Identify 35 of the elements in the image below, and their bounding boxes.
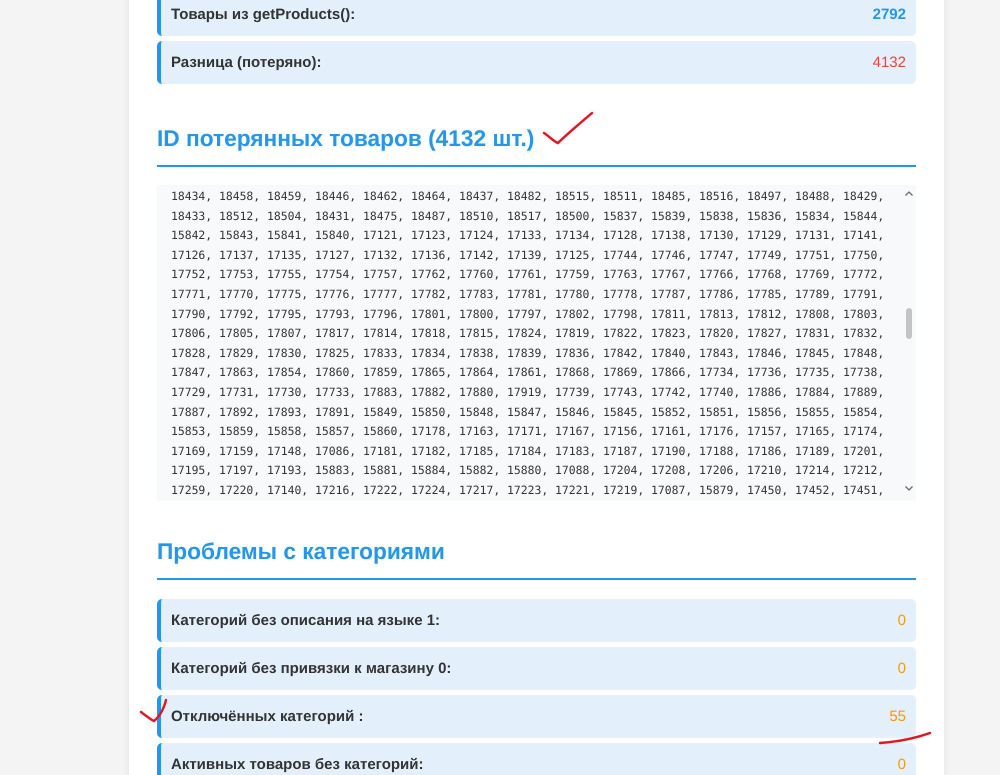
stat-value: 2792	[872, 6, 906, 23]
id-list-line: 17126, 17137, 17135, 17127, 17132, 17136, 17142, 17139, 17125, 17744, 17746, 17747, 17749, 17751, 17750,	[171, 246, 884, 264]
stat-label: Категорий без описания на языке 1:	[171, 612, 440, 629]
handdrawn-tick-icon	[138, 698, 169, 724]
id-list-line: 15853, 15859, 15858, 15857, 15860, 17178, 17163, 17171, 17167, 17156, 17161, 17176, 17157, 17165, 17174,	[171, 423, 884, 440]
section-heading: ID потерянных товаров (4132 шт.)	[157, 124, 916, 167]
stat-label: Активных товаров без категорий:	[171, 756, 424, 773]
stat-label: Категорий без привязки к магазину 0:	[171, 660, 452, 677]
id-list-line: 17729, 17731, 17730, 17733, 17883, 17882, 17880, 17919, 17739, 17743, 17742, 17740, 17886, 17884, 17889,	[171, 384, 884, 401]
stat-label: Разница (потеряно):	[171, 54, 322, 71]
id-list-line: 17195, 17197, 17193, 15883, 15881, 15884, 15882, 15880, 17088, 17204, 17208, 17206, 17210, 17214, 17212,	[171, 462, 884, 480]
id-list-line: 17847, 17863, 17854, 17860, 17859, 17865, 17864, 17861, 17868, 17869, 17866, 17734, 17736, 17735, 17738,	[171, 364, 884, 382]
id-list-line: 18434, 18458, 18459, 18446, 18462, 18464, 18437, 18482, 18515, 18511, 18485, 18516, 18497, 18488, 18429,	[171, 188, 884, 205]
id-list-line: 17752, 17753, 17755, 17754, 17757, 17762, 17760, 17761, 17759, 17763, 17767, 17766, 17768, 17769, 17772,	[171, 266, 884, 284]
stat-value: 0	[898, 756, 906, 773]
id-list-line: 17259, 17220, 17140, 17216, 17222, 17224, 17217, 17223, 17221, 17219, 17087, 15879, 17450, 17452, 17451,	[171, 482, 884, 499]
stat-value: 0	[898, 660, 906, 677]
scrollbar-thumb[interactable]	[906, 308, 912, 339]
handdrawn-underline-icon	[877, 730, 933, 746]
id-list-line: 15842, 15843, 15841, 15840, 17121, 17123, 17124, 17133, 17134, 17128, 17138, 17130, 17129, 17131, 17141,	[171, 227, 884, 244]
scroll-down-icon[interactable]	[904, 486, 912, 491]
id-list-line: 17790, 17792, 17795, 17793, 17796, 17801, 17800, 17797, 17802, 17798, 17811, 17813, 17812, 17808, 17803,	[171, 306, 884, 323]
stat-value: 55	[889, 708, 906, 725]
id-list-line: 17771, 17770, 17775, 17776, 17777, 17782, 17783, 17781, 17780, 17778, 17787, 17786, 17785, 17789, 17791,	[171, 286, 884, 303]
id-list-line: 17887, 17892, 17893, 17891, 15849, 15850, 15848, 15847, 15846, 15845, 15852, 15851, 15856, 15855, 15854,	[171, 404, 884, 421]
id-list-line: 18433, 18512, 18504, 18431, 18475, 18487, 18510, 18517, 18500, 15837, 15839, 15838, 15836, 15834, 15844,	[171, 208, 884, 225]
id-list-line: 17806, 17805, 17807, 17817, 17814, 17818, 17815, 17824, 17819, 17822, 17823, 17820, 17827, 17831, 17832,	[171, 325, 884, 342]
section-heading: Проблемы с категориями	[157, 537, 916, 580]
stat-label: Товары из getProducts():	[171, 6, 356, 23]
stat-value: 0	[898, 612, 906, 629]
stat-value: 4132	[872, 54, 906, 71]
id-list-line: 17169, 17159, 17148, 17086, 17181, 17182, 17185, 17184, 17183, 17187, 17190, 17188, 17186, 17189, 17201,	[171, 442, 884, 460]
id-list-line: 17828, 17829, 17830, 17825, 17833, 17834, 17838, 17839, 17836, 17842, 17840, 17843, 17846, 17845, 17848,	[171, 344, 884, 362]
stat-label: Отключённых категорий :	[171, 708, 364, 725]
scroll-up-icon[interactable]	[904, 191, 912, 196]
